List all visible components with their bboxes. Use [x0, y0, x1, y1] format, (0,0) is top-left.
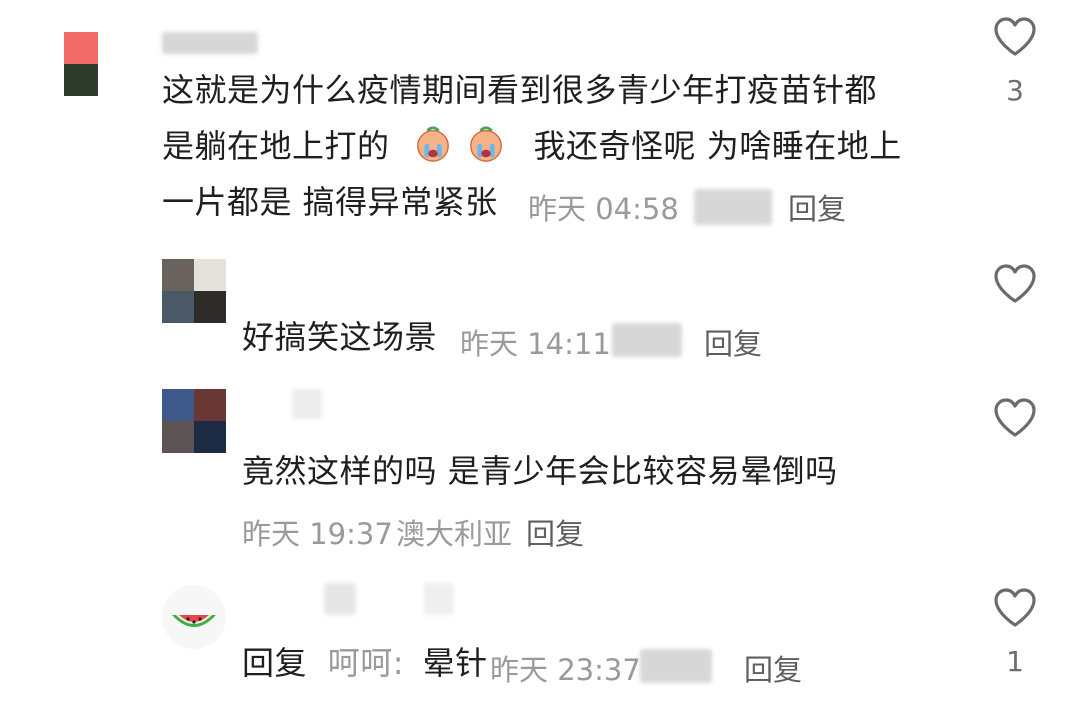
- comment-time: 昨天 04:58: [528, 192, 679, 226]
- quoted-user[interactable]: 呵呵:: [328, 644, 404, 682]
- username-redacted[interactable]: [324, 583, 356, 615]
- location-redacted: [612, 323, 682, 357]
- reply-prefix: 回复: [242, 644, 308, 682]
- like-count: 1: [1006, 645, 1024, 678]
- heart-outline-icon[interactable]: [992, 587, 1038, 629]
- location-redacted: [694, 189, 772, 225]
- comment-2: 好搞笑这场景 昨天 14:11 回复: [0, 235, 1080, 375]
- comment-time: 昨天 14:11: [460, 327, 611, 361]
- comment-time: 昨天 23:37: [490, 653, 641, 687]
- avatar[interactable]: [162, 389, 226, 453]
- username-redacted[interactable]: [162, 32, 258, 54]
- avatar[interactable]: [162, 259, 226, 323]
- location-redacted: [640, 649, 712, 683]
- reply-button[interactable]: 回复: [744, 647, 802, 689]
- reply-button[interactable]: 回复: [526, 511, 584, 553]
- like-count: 3: [1006, 74, 1024, 107]
- comment-text-line: 这就是为什么疫情期间看到很多青少年打疫苗针都: [162, 71, 878, 109]
- comment-4: 回复 呵呵: 晕针 昨天 23:37 回复 1: [0, 565, 1080, 713]
- comment-text: 好搞笑这场景: [242, 318, 438, 356]
- username-redacted[interactable]: [292, 389, 322, 419]
- reply-button[interactable]: 回复: [704, 321, 762, 363]
- comment-text-line: 是躺在地上打的 我还奇怪呢 为啥睡在地上: [162, 118, 902, 174]
- reply-button[interactable]: 回复: [788, 186, 846, 228]
- comment-text-line: 一片都是 搞得异常紧张: [162, 183, 498, 221]
- comment-text-line: 回复 呵呵: 晕针: [242, 635, 488, 691]
- username-redacted[interactable]: [424, 583, 454, 615]
- heart-outline-icon[interactable]: [992, 397, 1038, 439]
- comment-3: 竟然这样的吗 是青少年会比较容易晕倒吗 昨天 19:37 澳大利亚 回复: [0, 375, 1080, 565]
- heart-outline-icon[interactable]: [992, 16, 1038, 58]
- watermelon-icon[interactable]: [162, 585, 226, 649]
- heart-outline-icon[interactable]: [992, 263, 1038, 305]
- comment-location: 澳大利亚: [396, 517, 513, 551]
- comment-text-segment: 晕针: [422, 644, 488, 682]
- comment-text-segment: 我还奇怪呢 为啥睡在地上: [533, 127, 902, 165]
- comment-1: 这就是为什么疫情期间看到很多青少年打疫苗针都 是躺在地上打的 我还奇怪呢 为啥睡…: [0, 0, 1080, 235]
- avatar-block[interactable]: [64, 32, 98, 96]
- comment-text: 竟然这样的吗 是青少年会比较容易晕倒吗: [242, 452, 838, 490]
- crying-face-emoji: [414, 118, 509, 174]
- comment-time: 昨天 19:37: [242, 517, 393, 551]
- comment-text-segment: 是躺在地上打的: [162, 127, 390, 165]
